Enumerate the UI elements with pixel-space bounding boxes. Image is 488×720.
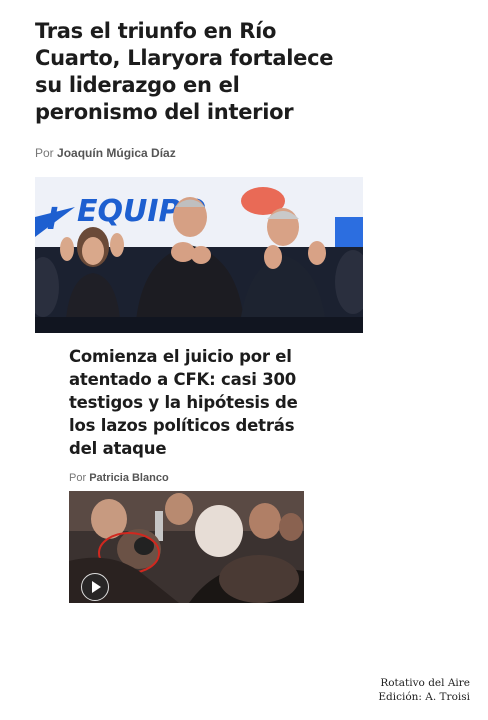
play-icon[interactable] (81, 573, 109, 601)
article-1-image[interactable]: I EQUIPO (35, 177, 363, 333)
svg-text:I: I (47, 202, 58, 237)
article-2: Comienza el juicio por el atentado a CFK… (69, 345, 309, 484)
article-2-byline: Por Patricia Blanco (69, 472, 309, 484)
credits-line-2: Edición: A. Troisi (378, 691, 470, 703)
article-1-headline[interactable]: Tras el triunfo en Río Cuarto, Llaryora … (35, 18, 365, 126)
byline-prefix: Por (35, 146, 54, 160)
credits-line-1: Rotativo del Aire (380, 677, 470, 689)
article-1-author[interactable]: Joaquín Múgica Díaz (57, 146, 176, 160)
article-2-headline[interactable]: Comienza el juicio por el atentado a CFK… (69, 345, 309, 460)
byline-prefix: Por (69, 472, 87, 484)
article-2-author[interactable]: Patricia Blanco (89, 472, 168, 484)
rally-photo: I EQUIPO (35, 177, 363, 333)
credits: Rotativo del Aire Edición: A. Troisi (378, 676, 470, 704)
article-1: Tras el triunfo en Río Cuarto, Llaryora … (35, 18, 365, 160)
article-2-video-thumbnail[interactable] (69, 491, 304, 603)
article-1-byline: Por Joaquín Múgica Díaz (35, 146, 365, 160)
